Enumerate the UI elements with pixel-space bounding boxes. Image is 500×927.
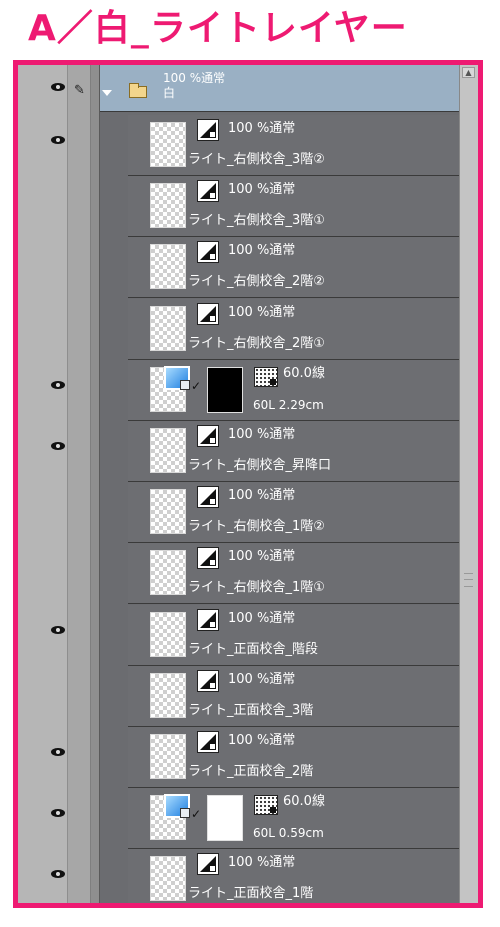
layer-name: ライト_正面校舎_階段: [188, 641, 319, 657]
raster-layer-icon: [197, 302, 219, 325]
layer-opacity-mode: 100 %通常: [228, 121, 296, 136]
layer-opacity-mode: 100 %通常: [228, 549, 296, 565]
layer-thumbnail: [150, 305, 186, 351]
layer-mask-thumbnail[interactable]: [207, 366, 243, 413]
eye-icon[interactable]: [49, 747, 67, 757]
expand-triangle-icon[interactable]: [102, 90, 112, 96]
scroll-grip-icon[interactable]: [464, 573, 473, 587]
line-value: 60.0線: [283, 794, 325, 810]
layer-thumbnail: [150, 550, 186, 596]
folder-name: 白: [163, 86, 176, 100]
raster-layer-icon: [197, 547, 219, 570]
eye-icon[interactable]: [49, 869, 67, 879]
layer-row[interactable]: 100 %通常ライト_正面校舎_3階: [128, 665, 468, 727]
layer-name: ライト_右側校舎_2階②: [188, 274, 325, 290]
layer-opacity-mode: 100 %通常: [228, 733, 296, 748]
layer-thumbnail: [150, 489, 186, 535]
layer-name: ライト_右側校舎_3階②: [188, 152, 325, 167]
lock-column: [68, 65, 91, 903]
eye-icon[interactable]: [49, 625, 67, 635]
layer-name: ライト_右側校舎_3階①: [188, 213, 325, 229]
layer-name: ライト_右側校舎_2階①: [188, 335, 325, 351]
raster-layer-icon: [197, 731, 219, 753]
tone-icon: [254, 366, 278, 387]
raster-layer-icon: [197, 119, 219, 141]
layer-row[interactable]: 100 %通常ライト_右側校舎_3階①: [128, 176, 468, 238]
raster-layer-icon: [197, 669, 219, 692]
line-info: 60L 2.29cm: [253, 397, 324, 412]
layer-thumbnail: [150, 428, 186, 473]
eye-icon[interactable]: [49, 135, 67, 145]
layer-row[interactable]: 100 %通常ライト_右側校舎_1階①: [128, 543, 468, 605]
layer-row[interactable]: 100 %通常ライト_右側校舎_1階②: [128, 482, 468, 544]
layer-panel: ✎ 100 %通常 白 100 %通常 ライト_右側校舎_3階② 100 %通常 ライ…: [13, 60, 483, 908]
layer-thumbnail: [150, 856, 186, 902]
indent-column: [91, 65, 100, 903]
folder-icon: [129, 83, 147, 98]
layer-thumbnail: [150, 734, 186, 779]
layer-thumbnail: [150, 611, 186, 657]
page-title: A／白_ライトレイヤー: [28, 8, 408, 49]
raster-layer-icon: [197, 425, 219, 447]
vector-layer-icon: [164, 794, 190, 819]
eye-icon[interactable]: [49, 441, 67, 451]
layer-name: ライト_右側校舎_1階②: [188, 519, 325, 535]
layer-opacity-mode: 100 %通常: [228, 304, 296, 320]
layer-opacity-mode: 100 %通常: [228, 671, 296, 687]
layer-thumbnail: [150, 183, 186, 229]
layer-name: ライト_正面校舎_2階: [188, 764, 314, 779]
pen-icon[interactable]: ✎: [74, 84, 85, 98]
folder-opacity-mode: 100 %通常: [163, 71, 226, 85]
eye-icon[interactable]: [49, 380, 67, 390]
eye-icon[interactable]: [49, 808, 67, 818]
layer-row[interactable]: 100 %通常ライト_右側校舎_昇降口: [128, 421, 468, 482]
layer-opacity-mode: 100 %通常: [228, 182, 296, 198]
line-info: 60L 0.59cm: [253, 826, 324, 841]
layer-row[interactable]: 100 %通常ライト_正面校舎_階段: [128, 604, 468, 666]
layer-opacity-mode: 100 %通常: [228, 243, 296, 259]
tone-icon: [254, 795, 278, 816]
raster-layer-icon: [197, 486, 219, 509]
layer-thumbnail: [150, 244, 186, 290]
layer-name: ライト_右側校舎_1階①: [188, 580, 325, 596]
link-check-icon[interactable]: ✓: [191, 380, 201, 392]
layer-opacity-mode: 100 %通常: [228, 610, 296, 626]
layer-thumbnail: [150, 672, 186, 718]
raster-layer-icon: [197, 608, 219, 631]
layer-name: ライト_正面校舎_1階: [188, 886, 314, 902]
layer-row[interactable]: 100 %通常ライト_正面校舎_1階: [128, 849, 468, 903]
folder-row[interactable]: [100, 65, 469, 112]
layer-row[interactable]: 100 %通常ライト_右側校舎_2階①: [128, 298, 468, 360]
layer-row[interactable]: ✓ 60.0線 60L 2.29cm: [128, 359, 468, 421]
scroll-up-icon[interactable]: ▲: [462, 67, 475, 78]
raster-layer-icon: [197, 853, 219, 876]
layer-row[interactable]: 100 %通常ライト_右側校舎_2階②: [128, 237, 468, 299]
vector-layer-icon: [164, 365, 190, 390]
raster-layer-icon: [197, 180, 219, 203]
layer-opacity-mode: 100 %通常: [228, 488, 296, 504]
layer-name: ライト_右側校舎_昇降口: [188, 458, 332, 473]
layer-row[interactable]: 100 %通常ライト_正面校舎_2階: [128, 727, 468, 788]
visibility-column: [18, 65, 68, 903]
layer-opacity-mode: 100 %通常: [228, 427, 296, 442]
layer-row[interactable]: ✓ 60.0線 60L 0.59cm: [128, 788, 468, 850]
link-check-icon[interactable]: ✓: [191, 808, 201, 820]
raster-layer-icon: [197, 241, 219, 264]
scrollbar[interactable]: ▲: [459, 65, 478, 903]
eye-icon[interactable]: [49, 82, 67, 92]
layer-row[interactable]: 100 %通常ライト_右側校舎_3階②: [128, 115, 468, 176]
layer-thumbnail: [150, 122, 186, 167]
layer-mask-thumbnail[interactable]: [207, 795, 243, 842]
layer-name: ライト_正面校舎_3階: [188, 702, 314, 718]
line-value: 60.0線: [283, 365, 325, 381]
layer-opacity-mode: 100 %通常: [228, 855, 296, 871]
